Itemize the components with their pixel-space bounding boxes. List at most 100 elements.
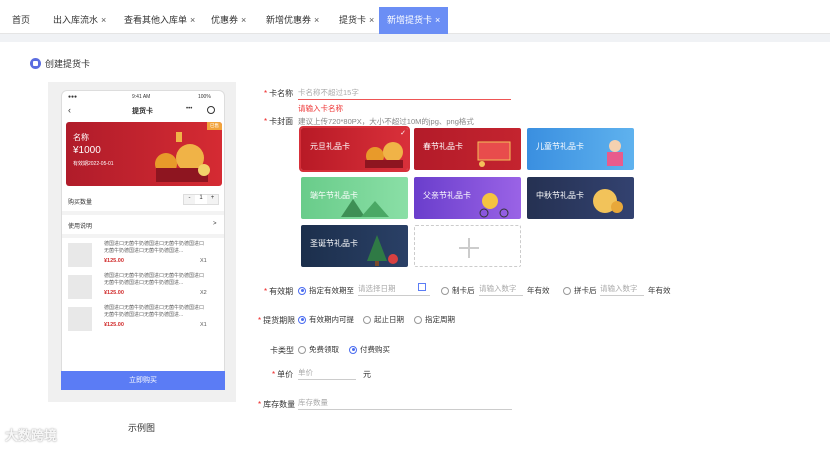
pickup-option-within-validity[interactable]: 有效期内可提	[298, 314, 354, 325]
signal-icon: ●●●	[68, 94, 78, 100]
product-thumbnail	[68, 275, 92, 299]
qty-plus-button[interactable]: +	[207, 195, 218, 204]
bicycle-icon	[479, 193, 509, 218]
radio-label: 免费领取	[309, 345, 339, 354]
cover-title: 父亲节礼品卡	[423, 191, 471, 200]
product-price: ¥125.00	[104, 258, 124, 264]
field-label: 提货期限	[263, 316, 296, 325]
product-title: 德国进口无菌牛奶德国进口无菌牛奶德国进口无菌牛奶德国进口无菌牛奶德国进...	[104, 273, 205, 286]
tab-inout-flow[interactable]: 出入库流水 ×	[53, 7, 106, 34]
radio-checked-icon	[298, 315, 306, 324]
cover-option-dragonboat[interactable]: 端午节礼品卡	[301, 177, 408, 219]
cover-option-christmas[interactable]: 圣诞节礼品卡	[301, 225, 408, 267]
product-qty: X1	[200, 322, 207, 328]
card-type-paid[interactable]: 付费购买	[349, 344, 390, 355]
product-price: ¥125.00	[104, 290, 124, 296]
cover-option-children[interactable]: 儿童节礼品卡	[527, 128, 634, 170]
radio-icon	[414, 315, 422, 324]
cover-option-midautumn[interactable]: 中秋节礼品卡	[527, 177, 634, 219]
target-icon[interactable]	[207, 106, 215, 114]
validity-option-after-make[interactable]: 制卡后	[441, 285, 475, 296]
radio-label: 有效期内可提	[309, 315, 354, 324]
back-icon[interactable]: ‹	[68, 105, 71, 115]
cover-title: 春节礼品卡	[423, 142, 463, 151]
fu-decoration-icon	[477, 141, 511, 167]
field-label: 卡名称	[269, 89, 294, 98]
tab-coupons[interactable]: 优惠券 ×	[211, 7, 246, 34]
cover-option-spring[interactable]: 春节礼品卡	[414, 128, 521, 170]
tab-label: 查看其他入库单	[124, 15, 188, 25]
quantity-stepper[interactable]: - 1 +	[183, 194, 219, 205]
plus-icon	[468, 238, 470, 258]
zongzi-icon	[341, 199, 389, 217]
phone-preview: ●●● 9:41 AM 100% ‹ 提货卡 ••• 名称 ¥1000 有效期2…	[61, 90, 225, 390]
calendar-icon[interactable]	[418, 283, 426, 291]
radio-label: 付费购买	[360, 345, 390, 354]
phone-nav: ‹ 提货卡 •••	[62, 103, 224, 119]
pickup-option-date-range[interactable]: 起止日期	[363, 314, 404, 325]
usage-label[interactable]: 使用说明	[68, 221, 92, 230]
card-name-error: 请输入卡名称	[298, 104, 343, 113]
unit-price-input[interactable]: 单价	[298, 366, 356, 380]
cover-title: 儿童节礼品卡	[536, 142, 584, 151]
card-amount: ¥1000	[73, 145, 101, 156]
status-time: 9:41 AM	[132, 94, 151, 100]
pickup-option-cycle[interactable]: 指定周期	[414, 314, 455, 325]
product-thumbnail	[68, 307, 92, 331]
close-icon[interactable]: ×	[369, 15, 374, 25]
card-type-free[interactable]: 免费领取	[298, 344, 339, 355]
more-icon[interactable]: •••	[186, 106, 192, 112]
card-name-label: * 卡名称	[264, 89, 294, 98]
radio-checked-icon	[349, 345, 357, 354]
tab-label: 首页	[12, 15, 31, 25]
cover-option-fathersday[interactable]: 父亲节礼品卡	[414, 177, 521, 219]
validity-option-after-combine[interactable]: 拼卡后	[563, 285, 597, 296]
add-cover-button[interactable]	[414, 225, 521, 267]
tab-new-coupon[interactable]: 新增优惠券 ×	[266, 7, 319, 34]
radio-icon	[563, 286, 571, 295]
radio-icon	[363, 315, 371, 324]
chevron-right-icon[interactable]: >	[213, 221, 217, 227]
tab-label: 提货卡	[339, 15, 367, 25]
watermark-text: 大数跨境	[5, 428, 58, 443]
card-preview: 名称 ¥1000 有效期2022-05-01 已售	[66, 122, 222, 186]
close-icon[interactable]: ×	[314, 15, 319, 25]
close-icon[interactable]: ×	[101, 15, 106, 25]
close-icon[interactable]: ×	[241, 15, 246, 25]
status-bar: ●●● 9:41 AM 100%	[62, 94, 224, 102]
cover-option-newyear[interactable]: 元旦礼品卡 ✓	[299, 126, 410, 172]
validity-label: * 有效期	[264, 287, 294, 296]
tab-label: 新增提货卡	[387, 15, 433, 25]
card-name-input[interactable]: 卡名称不超过15字	[298, 86, 511, 100]
field-label: 单价	[277, 370, 294, 379]
card-icon	[30, 58, 41, 69]
close-icon[interactable]: ×	[435, 15, 440, 25]
tab-pickup-card[interactable]: 提货卡 ×	[339, 7, 374, 34]
tab-other-inbound[interactable]: 查看其他入库单 ×	[124, 7, 195, 34]
radio-label: 制卡后	[452, 286, 475, 295]
qty-minus-button[interactable]: -	[184, 195, 195, 204]
preview-caption: 示例图	[128, 423, 156, 433]
radio-icon	[298, 345, 306, 354]
cover-title: 元旦礼品卡	[310, 142, 350, 151]
buy-now-button[interactable]: 立即购买	[61, 371, 225, 390]
divider	[62, 211, 224, 215]
card-type-label: 卡类型	[270, 346, 294, 355]
stock-input[interactable]: 库存数量	[298, 396, 512, 410]
tab-label: 优惠券	[211, 15, 239, 25]
years-valid-unit: 年有效	[648, 286, 671, 295]
cover-title: 中秋节礼品卡	[536, 191, 584, 200]
product-title: 德国进口无菌牛奶德国进口无菌牛奶德国进口无菌牛奶德国进口无菌牛奶德国进...	[104, 241, 205, 254]
stock-label: * 库存数量	[258, 400, 296, 409]
tab-new-pickup-card[interactable]: 新增提货卡 ×	[379, 7, 449, 34]
close-icon[interactable]: ×	[190, 15, 195, 25]
tab-bar: 首页 出入库流水 × 查看其他入库单 × 优惠券 × 新增优惠券 × 提货卡 × 新增提货…	[0, 0, 830, 34]
tab-home[interactable]: 首页	[12, 7, 30, 34]
validity-years-after-make-input[interactable]: 请输入数字	[479, 282, 523, 296]
validity-option-date[interactable]: 指定有效期至	[298, 285, 354, 296]
radio-label: 起止日期	[374, 315, 404, 324]
qty-value: 1	[199, 195, 203, 201]
lantern-decoration-icon	[155, 132, 210, 182]
validity-years-after-combine-input[interactable]: 请输入数字	[600, 282, 644, 296]
card-name: 名称	[73, 133, 89, 142]
